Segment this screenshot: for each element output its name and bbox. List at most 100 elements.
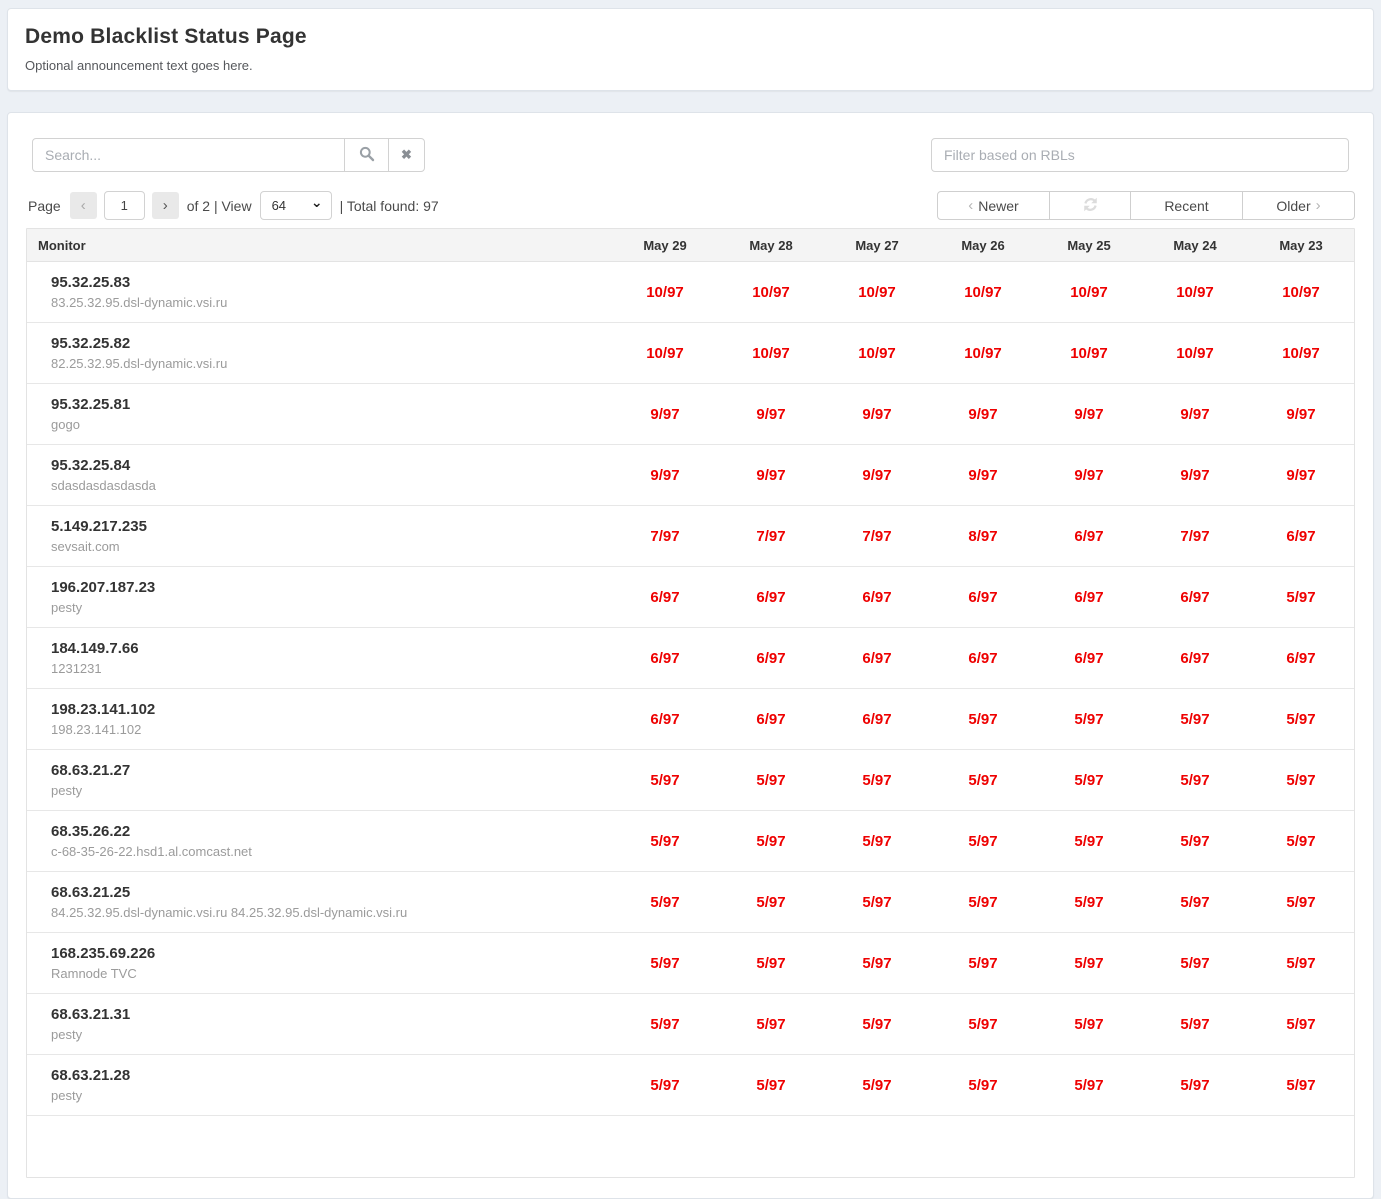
monitor-row[interactable]: 68.63.21.31pesty5/975/975/975/975/975/97… [27,994,1354,1055]
monitor-row[interactable]: 68.63.21.28pesty5/975/975/975/975/975/97… [27,1055,1354,1116]
blacklist-count-cell[interactable]: 10/97 [1142,284,1248,301]
blacklist-count-cell[interactable]: 5/97 [1248,1016,1354,1033]
blacklist-count-cell[interactable]: 5/97 [718,772,824,789]
blacklist-count-cell[interactable]: 5/97 [1142,1077,1248,1094]
per-page-select[interactable]: 64 ⌄ [260,191,332,220]
monitor-row[interactable]: 95.32.25.81gogo9/979/979/979/979/979/979… [27,384,1354,445]
blacklist-count-cell[interactable]: 10/97 [1036,345,1142,362]
blacklist-count-cell[interactable]: 10/97 [824,284,930,301]
blacklist-count-cell[interactable]: 5/97 [1036,955,1142,972]
blacklist-count-cell[interactable]: 9/97 [824,467,930,484]
blacklist-count-cell[interactable]: 6/97 [1142,650,1248,667]
blacklist-count-cell[interactable]: 5/97 [718,1016,824,1033]
next-page-button[interactable]: › [152,192,179,219]
blacklist-count-cell[interactable]: 9/97 [718,467,824,484]
blacklist-count-cell[interactable]: 5/97 [718,894,824,911]
blacklist-count-cell[interactable]: 5/97 [1142,833,1248,850]
blacklist-count-cell[interactable]: 10/97 [930,284,1036,301]
blacklist-count-cell[interactable]: 10/97 [718,345,824,362]
blacklist-count-cell[interactable]: 5/97 [930,833,1036,850]
blacklist-count-cell[interactable]: 5/97 [1142,894,1248,911]
blacklist-count-cell[interactable]: 5/97 [930,1016,1036,1033]
blacklist-count-cell[interactable]: 5/97 [930,1077,1036,1094]
blacklist-count-cell[interactable]: 6/97 [612,589,718,606]
blacklist-count-cell[interactable]: 5/97 [1036,1016,1142,1033]
blacklist-count-cell[interactable]: 6/97 [1036,650,1142,667]
blacklist-count-cell[interactable]: 10/97 [1248,345,1354,362]
blacklist-count-cell[interactable]: 5/97 [824,955,930,972]
blacklist-count-cell[interactable]: 6/97 [824,711,930,728]
blacklist-count-cell[interactable]: 5/97 [1248,772,1354,789]
blacklist-count-cell[interactable]: 5/97 [1142,1016,1248,1033]
blacklist-count-cell[interactable]: 5/97 [930,711,1036,728]
blacklist-count-cell[interactable]: 6/97 [1036,589,1142,606]
blacklist-count-cell[interactable]: 5/97 [1248,894,1354,911]
blacklist-count-cell[interactable]: 6/97 [824,589,930,606]
blacklist-count-cell[interactable]: 5/97 [612,1016,718,1033]
monitor-row[interactable]: 5.149.217.235sevsait.com7/977/977/978/97… [27,506,1354,567]
blacklist-count-cell[interactable]: 9/97 [1142,406,1248,423]
blacklist-count-cell[interactable]: 7/97 [824,528,930,545]
blacklist-count-cell[interactable]: 5/97 [612,894,718,911]
blacklist-count-cell[interactable]: 6/97 [930,589,1036,606]
blacklist-count-cell[interactable]: 9/97 [612,406,718,423]
blacklist-count-cell[interactable]: 5/97 [1248,955,1354,972]
blacklist-count-cell[interactable]: 7/97 [612,528,718,545]
blacklist-count-cell[interactable]: 9/97 [824,406,930,423]
search-button[interactable] [344,138,389,172]
blacklist-count-cell[interactable]: 5/97 [1036,772,1142,789]
blacklist-count-cell[interactable]: 7/97 [1142,528,1248,545]
blacklist-count-cell[interactable]: 5/97 [1142,955,1248,972]
blacklist-count-cell[interactable]: 9/97 [1248,467,1354,484]
blacklist-count-cell[interactable]: 9/97 [1036,467,1142,484]
blacklist-count-cell[interactable]: 10/97 [612,284,718,301]
blacklist-count-cell[interactable]: 5/97 [824,1016,930,1033]
blacklist-count-cell[interactable]: 6/97 [1036,528,1142,545]
blacklist-count-cell[interactable]: 10/97 [1248,284,1354,301]
blacklist-count-cell[interactable]: 6/97 [612,650,718,667]
blacklist-count-cell[interactable]: 5/97 [824,772,930,789]
blacklist-count-cell[interactable]: 6/97 [718,650,824,667]
blacklist-count-cell[interactable]: 5/97 [612,955,718,972]
blacklist-count-cell[interactable]: 10/97 [612,345,718,362]
recent-button[interactable]: Recent [1130,191,1243,220]
newer-button[interactable]: ‹ Newer [937,191,1050,220]
blacklist-count-cell[interactable]: 5/97 [718,955,824,972]
prev-page-button[interactable]: ‹ [70,192,97,219]
blacklist-count-cell[interactable]: 6/97 [1248,528,1354,545]
blacklist-count-cell[interactable]: 6/97 [612,711,718,728]
blacklist-count-cell[interactable]: 5/97 [1248,711,1354,728]
blacklist-count-cell[interactable]: 6/97 [1248,650,1354,667]
blacklist-count-cell[interactable]: 9/97 [930,406,1036,423]
blacklist-count-cell[interactable]: 9/97 [1248,406,1354,423]
blacklist-count-cell[interactable]: 5/97 [824,833,930,850]
blacklist-count-cell[interactable]: 5/97 [1036,894,1142,911]
search-input[interactable] [32,138,345,172]
blacklist-count-cell[interactable]: 9/97 [1036,406,1142,423]
blacklist-count-cell[interactable]: 8/97 [930,528,1036,545]
blacklist-count-cell[interactable]: 9/97 [718,406,824,423]
older-button[interactable]: Older › [1242,191,1355,220]
blacklist-count-cell[interactable]: 5/97 [824,1077,930,1094]
blacklist-count-cell[interactable]: 5/97 [612,1077,718,1094]
blacklist-count-cell[interactable]: 7/97 [718,528,824,545]
blacklist-count-cell[interactable]: 9/97 [930,467,1036,484]
blacklist-count-cell[interactable]: 10/97 [718,284,824,301]
blacklist-count-cell[interactable]: 6/97 [824,650,930,667]
monitor-row[interactable]: 95.32.25.8383.25.32.95.dsl-dynamic.vsi.r… [27,262,1354,323]
monitor-row[interactable]: 68.63.21.27pesty5/975/975/975/975/975/97… [27,750,1354,811]
blacklist-count-cell[interactable]: 6/97 [718,589,824,606]
blacklist-count-cell[interactable]: 5/97 [1142,772,1248,789]
blacklist-count-cell[interactable]: 6/97 [1142,589,1248,606]
blacklist-count-cell[interactable]: 5/97 [718,833,824,850]
monitor-row[interactable]: 95.32.25.8282.25.32.95.dsl-dynamic.vsi.r… [27,323,1354,384]
blacklist-count-cell[interactable]: 10/97 [1142,345,1248,362]
monitor-row[interactable]: 95.32.25.84sdasdasdasdasda9/979/979/979/… [27,445,1354,506]
blacklist-count-cell[interactable]: 6/97 [718,711,824,728]
clear-search-button[interactable]: ✖ [388,138,425,172]
blacklist-count-cell[interactable]: 5/97 [930,772,1036,789]
refresh-button[interactable] [1049,191,1131,220]
monitor-row[interactable]: 168.235.69.226Ramnode TVC5/975/975/975/9… [27,933,1354,994]
blacklist-count-cell[interactable]: 10/97 [930,345,1036,362]
blacklist-count-cell[interactable]: 5/97 [1248,1077,1354,1094]
